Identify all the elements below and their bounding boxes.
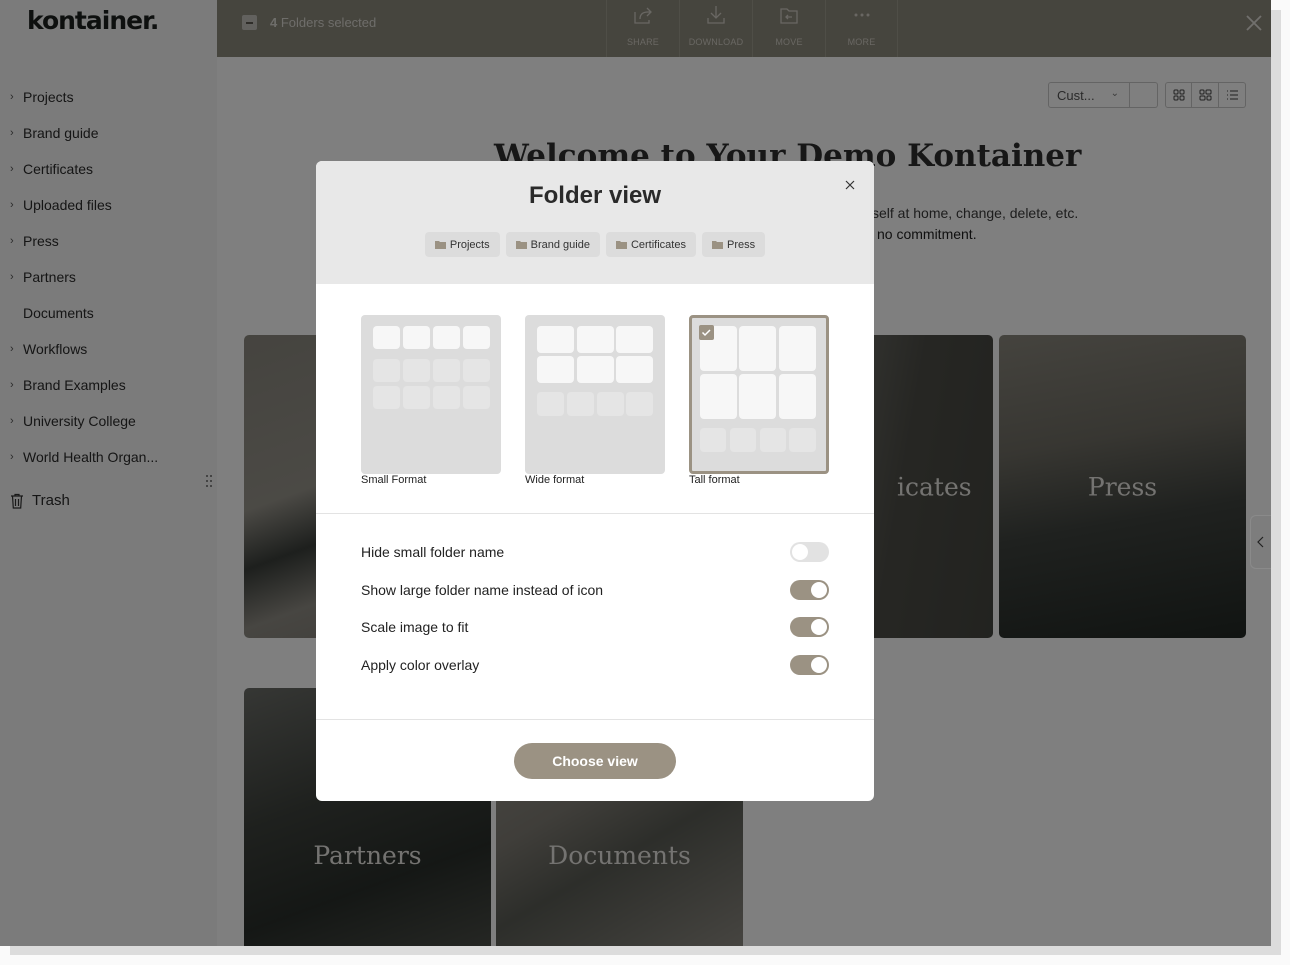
folder-chip: Press bbox=[701, 232, 766, 257]
window-shadow bbox=[10, 946, 1281, 955]
format-label: Tall format bbox=[689, 474, 740, 486]
divider bbox=[316, 719, 874, 720]
dialog-header: Folder view Projects Brand guide Certifi… bbox=[316, 161, 874, 284]
selected-folders: Projects Brand guide Certificates Press bbox=[316, 232, 874, 257]
scale-image-to-fit-toggle[interactable] bbox=[790, 617, 829, 638]
setting-apply-color-overlay: Apply color overlay bbox=[361, 646, 829, 684]
folder-chip: Projects bbox=[424, 232, 500, 257]
folder-icon bbox=[615, 241, 627, 249]
checkmark-icon bbox=[699, 325, 714, 340]
small-format-preview bbox=[361, 315, 501, 474]
format-option-wide[interactable]: Wide format bbox=[525, 315, 665, 486]
close-icon[interactable] bbox=[844, 179, 856, 191]
dialog-title: Folder view bbox=[528, 182, 662, 209]
wide-format-preview bbox=[525, 315, 665, 474]
format-options: Small Format Wide format Tall format bbox=[361, 315, 829, 486]
show-large-folder-name-toggle[interactable] bbox=[790, 579, 829, 600]
choose-view-button[interactable]: Choose view bbox=[514, 743, 676, 779]
format-option-small[interactable]: Small Format bbox=[361, 315, 501, 486]
folder-view-dialog: Folder view Projects Brand guide Certifi… bbox=[316, 161, 874, 801]
folder-icon bbox=[711, 241, 723, 249]
divider bbox=[316, 513, 874, 514]
collapse-panel-button[interactable] bbox=[1250, 515, 1271, 569]
tall-format-preview bbox=[689, 315, 829, 474]
chevron-left-icon bbox=[1257, 536, 1264, 548]
format-label: Wide format bbox=[525, 474, 585, 486]
view-settings: Hide small folder name Show large folder… bbox=[361, 533, 829, 684]
folder-chip: Brand guide bbox=[505, 232, 600, 257]
folder-chip: Certificates bbox=[605, 232, 696, 257]
format-label: Small Format bbox=[361, 474, 427, 486]
folder-icon bbox=[434, 241, 446, 249]
app-window: kontainer. ›Projects ›Brand guide ›Certi… bbox=[0, 0, 1271, 946]
window-shadow bbox=[1271, 10, 1281, 955]
folder-icon bbox=[515, 241, 527, 249]
format-option-tall[interactable]: Tall format bbox=[689, 315, 829, 486]
setting-show-large-folder-name: Show large folder name instead of icon bbox=[361, 571, 829, 609]
setting-scale-image-to-fit: Scale image to fit bbox=[361, 608, 829, 646]
apply-color-overlay-toggle[interactable] bbox=[790, 654, 829, 675]
setting-hide-small-folder-name: Hide small folder name bbox=[361, 533, 829, 571]
hide-small-folder-name-toggle[interactable] bbox=[790, 541, 829, 562]
